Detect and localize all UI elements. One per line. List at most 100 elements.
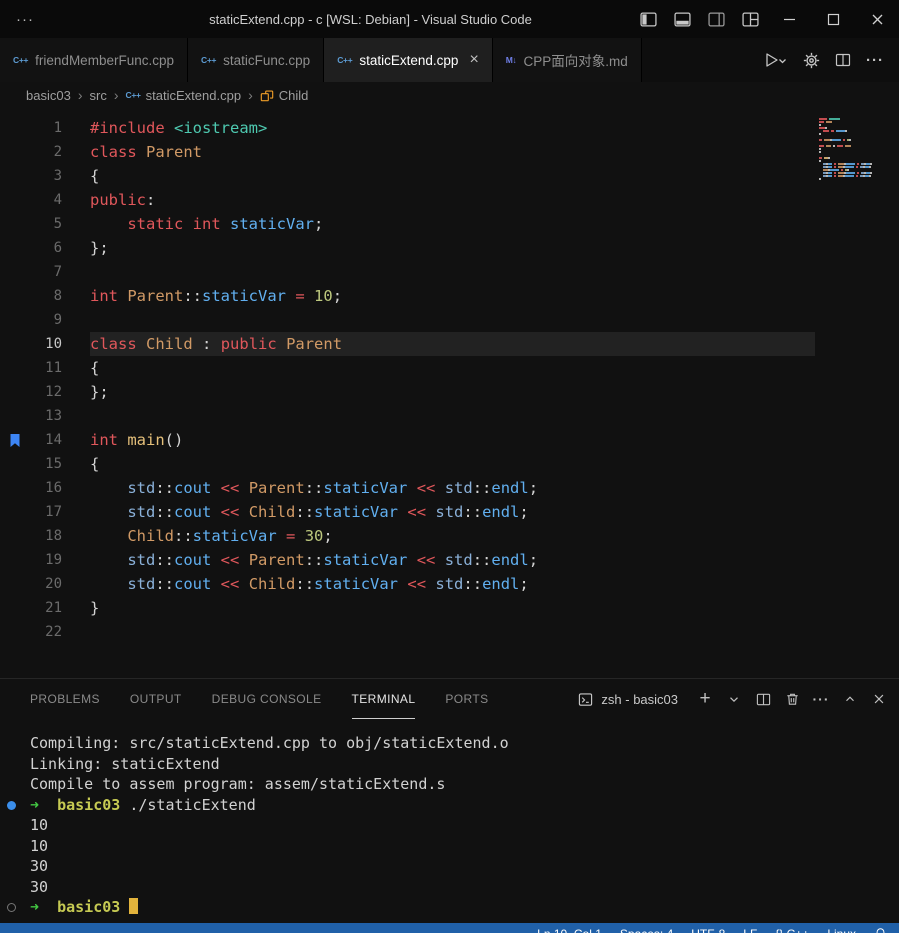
minimap-line — [819, 133, 897, 135]
code-text: static int staticVar; — [90, 212, 815, 236]
code-line[interactable]: 20 std::cout << Child::staticVar << std:… — [0, 572, 815, 596]
code-line[interactable]: 16 std::cout << Parent::staticVar << std… — [0, 476, 815, 500]
status-item[interactable]: Ln 10, Col 1 — [537, 927, 602, 933]
code-text: } — [90, 596, 815, 620]
panel-tab-debug-console[interactable]: DEBUG CONSOLE — [212, 679, 322, 719]
tab-staticFunc.cpp[interactable]: C++staticFunc.cpp — [188, 38, 324, 82]
terminal-line: 30 — [0, 877, 899, 898]
cpp-file-icon: C++ — [13, 55, 28, 65]
status-item[interactable]: UTF-8 — [691, 927, 725, 933]
close-button[interactable] — [855, 0, 899, 38]
code-line[interactable]: 12}; — [0, 380, 815, 404]
status-item[interactable]: Spaces: 4 — [620, 927, 673, 933]
minimize-button[interactable] — [767, 0, 811, 38]
code-line[interactable]: 8int Parent::staticVar = 10; — [0, 284, 815, 308]
code-line[interactable]: 4public: — [0, 188, 815, 212]
code-line[interactable]: 6}; — [0, 236, 815, 260]
panel-tab-terminal[interactable]: TERMINAL — [352, 679, 416, 719]
code-text: #include <iostream> — [90, 116, 815, 140]
status-item[interactable]: Linux — [827, 927, 856, 933]
tab-close-icon[interactable]: × — [469, 51, 478, 69]
code-line[interactable]: 19 std::cout << Parent::staticVar << std… — [0, 548, 815, 572]
minimap-line — [819, 175, 897, 177]
panel-actions: zsh - basic03 + ··· — [578, 687, 891, 711]
layout-panel-icon[interactable] — [665, 2, 699, 36]
code-line[interactable]: 7 — [0, 260, 815, 284]
minimap-line — [819, 145, 897, 147]
status-item[interactable]: {} C++ — [775, 927, 809, 933]
tab-friendMemberFunc.cpp[interactable]: C++friendMemberFunc.cpp — [0, 38, 188, 82]
maximize-panel-icon[interactable] — [838, 687, 862, 711]
menu-ellipsis-icon[interactable]: ··· — [16, 11, 34, 28]
layout-sidebar-right-icon[interactable] — [699, 2, 733, 36]
code-line[interactable]: 17 std::cout << Child::staticVar << std:… — [0, 500, 815, 524]
run-code-button[interactable] — [764, 52, 788, 68]
code-line[interactable]: 9 — [0, 308, 815, 332]
minimap-line — [819, 157, 897, 159]
code-line[interactable]: 14int main() — [0, 428, 815, 452]
split-terminal-icon[interactable] — [751, 687, 775, 711]
cpp-file-icon: C++ — [126, 90, 141, 100]
code-line[interactable]: 10class Child : public Parent — [0, 332, 815, 356]
code-line[interactable]: 11{ — [0, 356, 815, 380]
code-line[interactable]: 18 Child::staticVar = 30; — [0, 524, 815, 548]
code-line[interactable]: 5 static int staticVar; — [0, 212, 815, 236]
title-bar: ··· staticExtend.cpp - c [WSL: Debian] -… — [0, 0, 899, 38]
minimap-line — [819, 154, 897, 156]
code-line[interactable]: 1#include <iostream> — [0, 116, 815, 140]
tab-bar: C++friendMemberFunc.cppC++staticFunc.cpp… — [0, 38, 899, 82]
kill-terminal-trash-icon[interactable] — [780, 687, 804, 711]
code-line[interactable]: 22 — [0, 620, 815, 644]
panel-tab-problems[interactable]: PROBLEMS — [30, 679, 100, 719]
tab-CPP面向对象.md[interactable]: M↓CPP面向对象.md — [493, 38, 642, 82]
breadcrumb-item[interactable]: src — [89, 88, 106, 103]
editor-more-actions-icon[interactable]: ··· — [866, 52, 884, 69]
maximize-button[interactable] — [811, 0, 855, 38]
panel-header: PROBLEMS OUTPUT DEBUG CONSOLE TERMINAL PORTS… — [0, 679, 899, 719]
terminal-dropdown-chevron[interactable] — [722, 687, 746, 711]
minimap-line — [819, 130, 897, 132]
code-text: }; — [90, 236, 815, 260]
breadcrumb-item[interactable]: Child — [260, 88, 309, 103]
panel-tab-output[interactable]: OUTPUT — [130, 679, 182, 719]
status-item[interactable]: LF — [743, 927, 757, 933]
command-decoration-dot[interactable] — [7, 801, 16, 810]
line-number: 4 — [30, 188, 62, 212]
new-terminal-button[interactable]: + — [693, 687, 717, 711]
code-rows: 1#include <iostream>2class Parent3{4publ… — [0, 116, 815, 678]
code-text — [90, 308, 815, 332]
split-editor-icon[interactable] — [835, 52, 851, 68]
code-line[interactable]: 15{ — [0, 452, 815, 476]
tab-staticExtend.cpp[interactable]: C++staticExtend.cpp× — [324, 38, 493, 82]
line-number: 3 — [30, 164, 62, 188]
breadcrumb-item[interactable]: basic03 — [26, 88, 71, 103]
editor[interactable]: 1#include <iostream>2class Parent3{4publ… — [0, 108, 899, 678]
code-line[interactable]: 13 — [0, 404, 815, 428]
layout-sidebar-left-icon[interactable] — [631, 2, 665, 36]
code-line[interactable]: 3{ — [0, 164, 815, 188]
minimap[interactable] — [815, 116, 899, 678]
code-line[interactable]: 21} — [0, 596, 815, 620]
layout-customize-icon[interactable] — [733, 2, 767, 36]
settings-gear-icon[interactable] — [803, 52, 820, 69]
panel-more-actions-icon[interactable]: ··· — [809, 687, 833, 711]
cpp-file-icon: C++ — [337, 55, 352, 65]
terminal-body[interactable]: Compiling: src/staticExtend.cpp to obj/s… — [0, 719, 899, 923]
code-text — [90, 620, 815, 644]
breadcrumb-label: Child — [279, 88, 309, 103]
terminal-picker[interactable]: zsh - basic03 — [578, 692, 678, 707]
breadcrumb-item[interactable]: C++staticExtend.cpp — [126, 88, 242, 103]
line-number: 22 — [30, 620, 62, 644]
code-line[interactable]: 2class Parent — [0, 140, 815, 164]
line-number: 16 — [30, 476, 62, 500]
minimap-line — [819, 160, 897, 162]
command-decoration-circle[interactable] — [7, 903, 16, 912]
breadcrumb: basic03›src›C++staticExtend.cpp›Child — [0, 82, 899, 108]
close-panel-icon[interactable] — [867, 687, 891, 711]
notifications-bell-icon[interactable] — [874, 927, 887, 933]
panel-tab-ports[interactable]: PORTS — [445, 679, 488, 719]
minimap-line — [819, 139, 897, 141]
minimap-line — [819, 166, 897, 168]
tab-label: CPP面向对象.md — [524, 50, 628, 70]
terminal-line: 10 — [0, 815, 899, 836]
